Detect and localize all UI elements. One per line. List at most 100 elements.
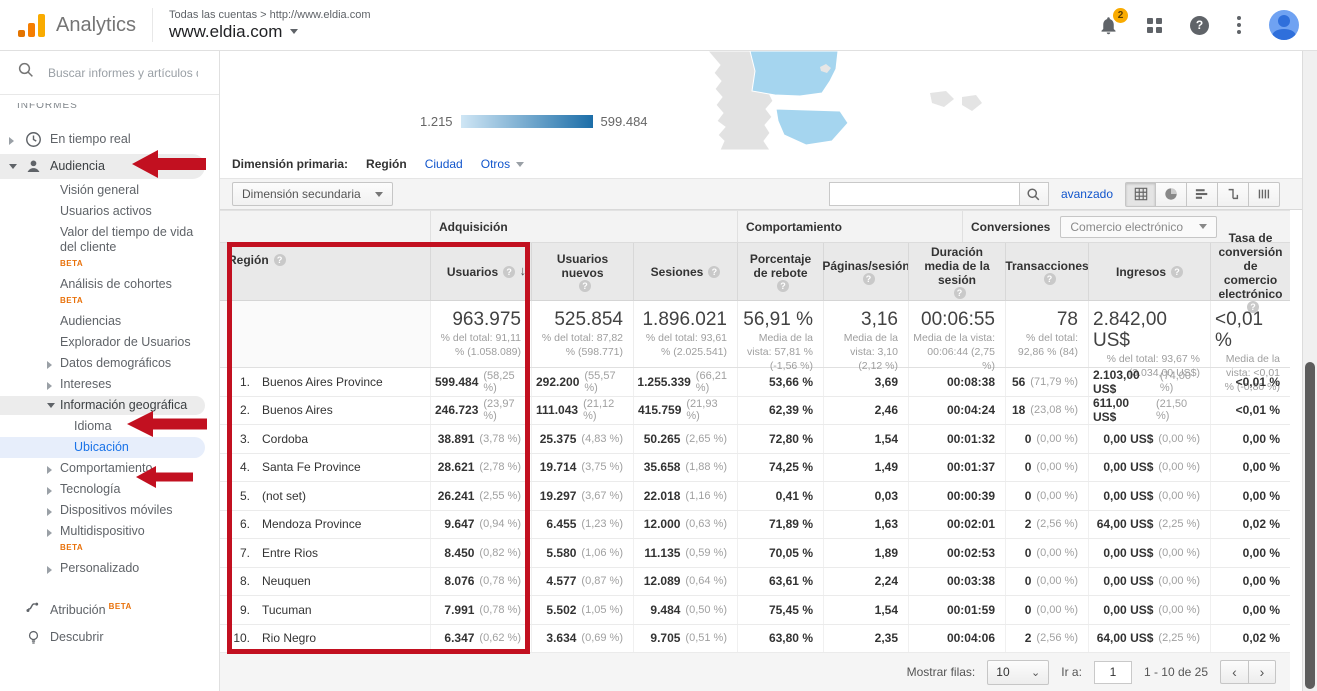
chevron-down-icon[interactable] xyxy=(47,403,55,408)
pivot-view-icon[interactable] xyxy=(1249,182,1280,207)
cell-new_users: 19.297(3,67 %) xyxy=(531,482,633,510)
column-header-duración-media-de-la-sesión[interactable]: Duración media de la sesión? xyxy=(908,243,1005,300)
help-tooltip-icon[interactable]: ? xyxy=(954,287,966,299)
sidebar-item-atribución[interactable]: AtribuciónBETA xyxy=(0,593,219,624)
search-input[interactable] xyxy=(48,66,198,80)
table-row[interactable]: 1.Buenos Aires Province599.484(58,25 %)2… xyxy=(220,368,1290,397)
table-row[interactable]: 3.Cordoba38.891(3,78 %)25.375(4,83 %)50.… xyxy=(220,425,1290,454)
cell-value: 0,00 US$ xyxy=(1103,603,1153,617)
chevron-right-icon[interactable] xyxy=(9,137,14,145)
dimension-otros[interactable]: Otros xyxy=(481,157,524,171)
chevron-right-icon[interactable] xyxy=(47,361,52,369)
table-row[interactable]: 10.Rio Negro6.347(0,62 %)3.634(0,69 %)9.… xyxy=(220,625,1290,654)
advanced-link[interactable]: avanzado xyxy=(1061,187,1113,201)
sidebar-item-idioma[interactable]: Idioma xyxy=(0,416,219,437)
chevron-right-icon[interactable] xyxy=(47,382,52,390)
sidebar-item-tecnología[interactable]: Tecnología xyxy=(0,479,219,500)
sidebar-item-multidispositivo[interactable]: MultidispositivoBETA xyxy=(0,521,219,558)
sidebar-item-información-geográfica[interactable]: Información geográfica xyxy=(0,395,219,416)
argentina-map[interactable] xyxy=(680,51,1040,150)
sidebar-item-explorador-de-usuarios[interactable]: Explorador de Usuarios xyxy=(0,332,219,353)
column-header-usuarios-nuevos[interactable]: Usuarios nuevos? xyxy=(531,243,633,300)
scrollbar-thumb[interactable] xyxy=(1305,362,1315,689)
help-tooltip-icon[interactable]: ? xyxy=(777,280,789,292)
sidebar-item-audiencia[interactable]: Audiencia xyxy=(0,153,219,180)
chevron-left-icon[interactable]: ‹ xyxy=(1220,660,1248,684)
dimension-ciudad[interactable]: Ciudad xyxy=(425,157,463,171)
table-row[interactable]: 9.Tucuman7.991(0,78 %)5.502(1,05 %)9.484… xyxy=(220,596,1290,625)
chevron-right-icon[interactable]: › xyxy=(1248,660,1276,684)
sidebar-item-en-tiempo-real[interactable]: En tiempo real xyxy=(0,126,219,153)
performance-view-icon[interactable] xyxy=(1187,182,1218,207)
sidebar-item-análisis-de-cohortes[interactable]: Análisis de cohortesBETA xyxy=(0,274,219,311)
search-icon[interactable] xyxy=(1019,182,1049,206)
help-tooltip-icon[interactable]: ? xyxy=(1171,266,1183,278)
sidebar-item-valor-del-tiempo-de-vida-del-cliente[interactable]: Valor del tiempo de vida del clienteBETA xyxy=(0,222,219,274)
sidebar-item-descubrir[interactable]: Descubrir xyxy=(0,624,219,651)
notifications-bell-icon[interactable]: 2 xyxy=(1098,15,1119,36)
help-tooltip-icon[interactable]: ? xyxy=(1247,301,1259,313)
chevron-right-icon[interactable] xyxy=(47,529,52,537)
chevron-right-icon[interactable] xyxy=(47,487,52,495)
sidebar-item-intereses[interactable]: Intereses xyxy=(0,374,219,395)
help-tooltip-icon[interactable]: ? xyxy=(863,273,875,285)
user-avatar[interactable] xyxy=(1269,10,1299,40)
column-header-porcentaje-de-rebote[interactable]: Porcentaje de rebote? xyxy=(737,243,823,300)
row-region-name: Cordoba xyxy=(262,432,308,446)
table-row[interactable]: 5.(not set)26.241(2,55 %)19.297(3,67 %)2… xyxy=(220,482,1290,511)
cell-new_users: 19.714(3,75 %) xyxy=(531,454,633,482)
apps-grid-icon[interactable] xyxy=(1147,18,1162,33)
table-view-icon[interactable] xyxy=(1125,182,1156,207)
chevron-down-icon[interactable] xyxy=(9,164,17,169)
help-tooltip-icon[interactable]: ? xyxy=(579,280,591,292)
conversions-type-dropdown[interactable]: Comercio electrónico xyxy=(1060,216,1217,238)
sidebar-item-datos-demográficos[interactable]: Datos demográficos xyxy=(0,353,219,374)
cell-percent: (0,00 %) xyxy=(1036,490,1078,502)
column-header-sesiones[interactable]: Sesiones? xyxy=(633,243,737,300)
vertical-scrollbar[interactable] xyxy=(1302,51,1317,691)
column-header-páginas/sesión[interactable]: Páginas/sesión? xyxy=(823,243,908,300)
comparison-view-icon[interactable] xyxy=(1218,182,1249,207)
row-rank: 3. xyxy=(220,432,250,446)
help-tooltip-icon[interactable]: ? xyxy=(503,266,515,278)
table-row[interactable]: 8.Neuquen8.076(0,78 %)4.577(0,87 %)12.08… xyxy=(220,568,1290,597)
chevron-down-icon xyxy=(516,162,524,167)
cell-value: 415.759 xyxy=(638,403,681,417)
sidebar-item-usuarios-activos[interactable]: Usuarios activos xyxy=(0,201,219,222)
chevron-right-icon[interactable] xyxy=(47,566,52,574)
more-menu-icon[interactable] xyxy=(1237,16,1241,34)
sidebar-item-ubicación[interactable]: Ubicación xyxy=(0,437,219,458)
percentage-view-icon[interactable] xyxy=(1156,182,1187,207)
legend-gradient-bar xyxy=(461,115,593,128)
table-row[interactable]: 6.Mendoza Province9.647(0,94 %)6.455(1,2… xyxy=(220,511,1290,540)
sidebar-item-audiencias[interactable]: Audiencias xyxy=(0,311,219,332)
table-search-input[interactable] xyxy=(829,182,1019,206)
column-header-tasa-de-conversión-de-comercio-electrónico[interactable]: Tasa de conversión de comercio electróni… xyxy=(1210,243,1290,300)
help-tooltip-icon[interactable]: ? xyxy=(708,266,720,278)
property-selector[interactable]: www.eldia.com xyxy=(169,22,370,42)
dimension-region[interactable]: Región xyxy=(366,157,407,171)
goto-page-input[interactable] xyxy=(1094,661,1132,684)
column-header-ingresos[interactable]: Ingresos? xyxy=(1088,243,1210,300)
sidebar-item-dispositivos-móviles[interactable]: Dispositivos móviles xyxy=(0,500,219,521)
table-row[interactable]: 7.Entre Rios8.450(0,82 %)5.580(1,06 %)11… xyxy=(220,539,1290,568)
sort-descending-icon[interactable]: ↓ xyxy=(520,264,527,278)
table-row[interactable]: 4.Santa Fe Province28.621(2,78 %)19.714(… xyxy=(220,454,1290,483)
chevron-right-icon[interactable] xyxy=(47,508,52,516)
sidebar-item-personalizado[interactable]: Personalizado xyxy=(0,558,219,579)
cell-percent: (23,97 %) xyxy=(483,398,521,422)
sidebar-item-visión-general[interactable]: Visión general xyxy=(0,180,219,201)
sidebar-item-comportamiento[interactable]: Comportamiento xyxy=(0,458,219,479)
column-header-usuarios[interactable]: Usuarios?↓ xyxy=(430,243,531,300)
cell-percent: (0,00 %) xyxy=(1036,575,1078,587)
help-tooltip-icon[interactable]: ? xyxy=(274,254,286,266)
column-header-transacciones[interactable]: Transacciones? xyxy=(1005,243,1088,300)
chevron-right-icon[interactable] xyxy=(47,466,52,474)
help-tooltip-icon[interactable]: ? xyxy=(1044,273,1056,285)
table-row[interactable]: 2.Buenos Aires246.723(23,97 %)111.043(21… xyxy=(220,397,1290,426)
secondary-dimension-button[interactable]: Dimensión secundaria xyxy=(232,182,393,206)
rows-per-page-select[interactable]: 10 ⌄ xyxy=(987,660,1049,685)
column-header-región[interactable]: Región? xyxy=(220,243,430,300)
cell-revenue: 64,00 US$(2,25 %) xyxy=(1088,625,1210,653)
help-icon[interactable]: ? xyxy=(1190,16,1209,35)
